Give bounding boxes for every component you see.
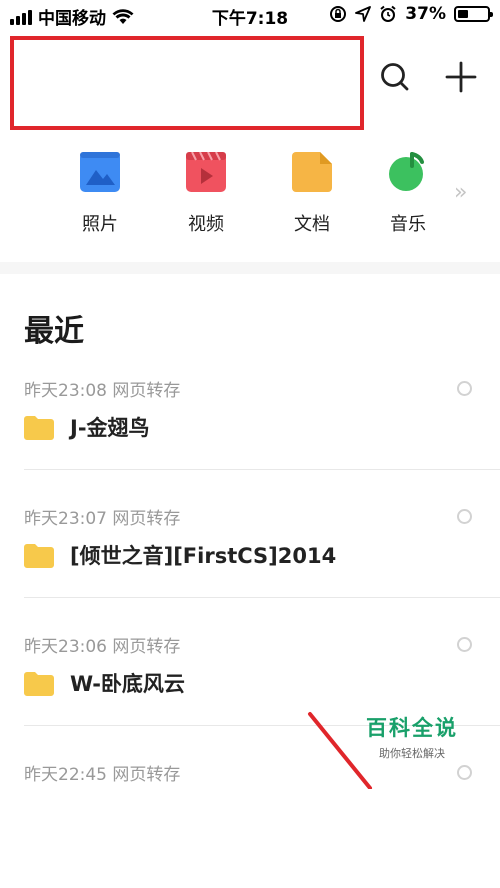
entry-meta: 昨天23:06 网页转存 — [24, 637, 181, 657]
entry-meta: 昨天22:45 网页转存 — [24, 765, 181, 785]
search-icon[interactable] — [378, 60, 412, 94]
recent-title: 最近 — [24, 314, 84, 349]
status-bar: 中国移动 下午7:18 37% — [0, 0, 500, 32]
quick-item-photos[interactable]: 照片 — [60, 150, 140, 236]
watermark: 百科全说 助你轻松解决 — [346, 706, 478, 766]
quick-item-label: 音乐 — [390, 214, 426, 235]
entry-meta: 昨天23:08 网页转存 — [24, 381, 181, 401]
list-item[interactable]: 昨天23:07 网页转存 [倾世之音][FirstCS]2014 — [0, 504, 500, 632]
divider — [24, 597, 500, 598]
battery-percent: 37% — [405, 4, 446, 24]
entry-name: J-金翅鸟 — [70, 416, 150, 440]
select-radio[interactable] — [457, 637, 472, 652]
quick-item-music[interactable]: 音乐 — [368, 150, 448, 236]
alarm-icon — [380, 5, 396, 22]
add-icon[interactable] — [444, 60, 478, 94]
rotation-lock-icon — [330, 6, 347, 22]
quick-item-videos[interactable]: 视频 — [166, 150, 246, 236]
quick-item-documents[interactable]: 文档 — [272, 150, 352, 236]
watermark-title: 百科全说 — [366, 716, 458, 740]
folder-icon — [24, 544, 54, 568]
quick-access-row: 照片 视频 文档 音乐 » — [0, 150, 500, 240]
quick-item-label: 照片 — [82, 214, 118, 235]
quick-item-label: 文档 — [294, 214, 330, 235]
folder-icon — [24, 416, 54, 440]
battery-icon — [454, 6, 493, 22]
select-radio[interactable] — [457, 509, 472, 524]
section-divider — [0, 262, 500, 274]
document-icon — [292, 152, 332, 192]
divider — [24, 469, 500, 470]
folder-icon — [24, 672, 54, 696]
more-chevron-icon[interactable]: » — [454, 180, 467, 205]
photo-icon — [80, 152, 120, 192]
search-input[interactable] — [10, 36, 364, 130]
music-icon — [388, 152, 428, 192]
video-icon — [186, 151, 226, 192]
carrier-label: 中国移动 — [38, 9, 106, 29]
battery-fill — [458, 10, 469, 18]
quick-item-label: 视频 — [188, 214, 224, 235]
select-radio[interactable] — [457, 381, 472, 396]
select-radio[interactable] — [457, 765, 472, 780]
status-right: 37% — [329, 4, 493, 24]
entry-name: W-卧底风云 — [70, 672, 185, 696]
location-icon — [355, 6, 372, 22]
list-item[interactable]: 昨天23:08 网页转存 J-金翅鸟 — [0, 376, 500, 504]
list-item[interactable]: 昨天22:45 网页转存 — [0, 760, 500, 888]
signal-icon — [10, 9, 32, 25]
entry-name: [倾世之音][FirstCS]2014 — [70, 544, 337, 568]
watermark-subtitle: 助你轻松解决 — [379, 747, 445, 760]
entry-meta: 昨天23:07 网页转存 — [24, 509, 181, 529]
wifi-icon — [112, 8, 134, 24]
status-left: 中国移动 — [10, 4, 134, 29]
